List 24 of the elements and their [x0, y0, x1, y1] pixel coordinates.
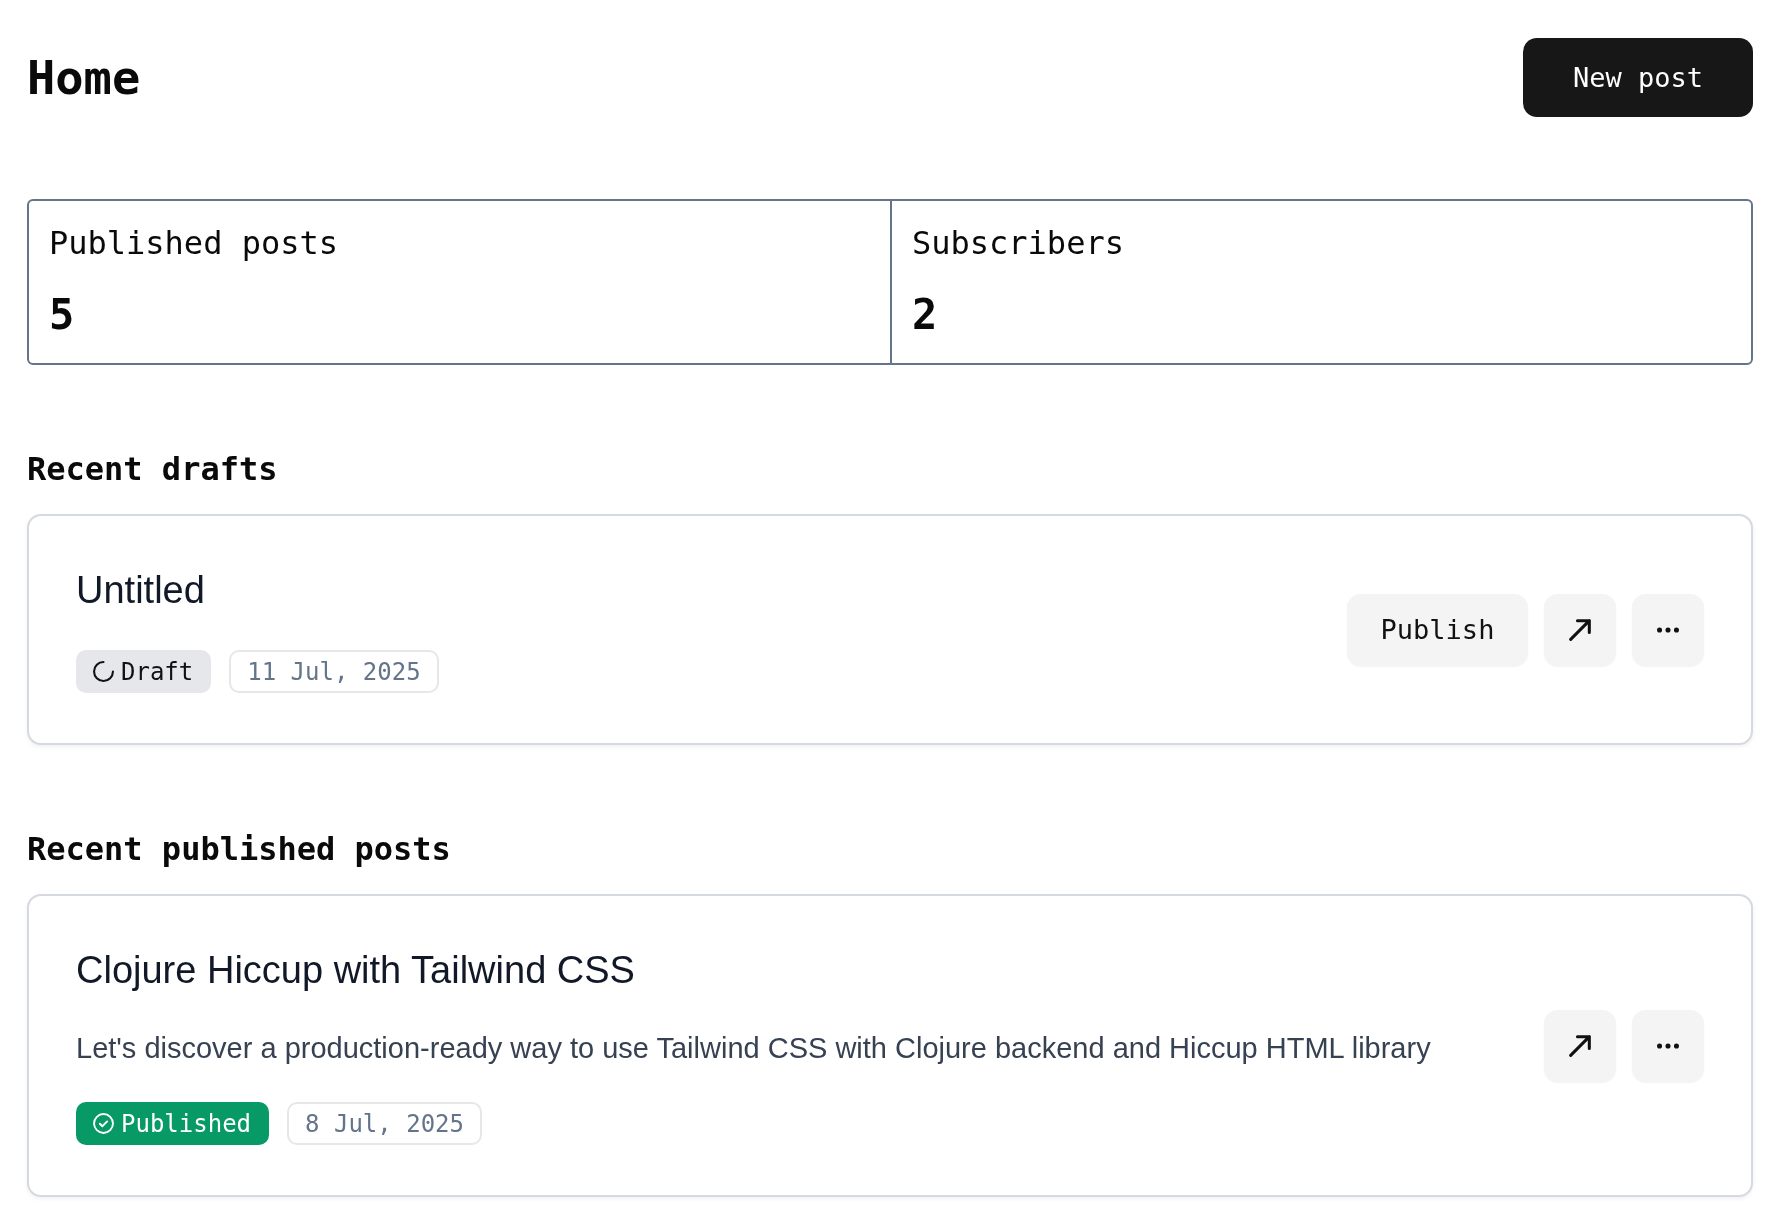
- stat-value: 5: [49, 293, 75, 337]
- date-badge: 11 Jul, 2025: [229, 650, 439, 693]
- more-icon: [1657, 626, 1679, 633]
- more-icon: [1657, 1042, 1679, 1049]
- section-heading: Recent published posts: [27, 829, 451, 869]
- arrow-up-right-icon: [1569, 618, 1591, 641]
- spinner-icon: [93, 661, 114, 682]
- publish-button[interactable]: Publish: [1347, 593, 1528, 666]
- page-title: Home: [27, 48, 141, 107]
- post-title[interactable]: Untitled: [76, 566, 205, 614]
- new-post-button[interactable]: New post: [1523, 38, 1753, 117]
- status-label: Published: [121, 1109, 252, 1138]
- arrow-button[interactable]: [1544, 593, 1616, 666]
- post-description: Let's discover a production-ready way to use Tailwind CSS with Clojure backend and Hiccup HTML library: [76, 1031, 1431, 1066]
- stat-value: 2: [912, 293, 938, 337]
- check-circle-icon: [93, 1113, 114, 1134]
- stat-label: Subscribers: [912, 223, 1124, 263]
- arrow-up-right-icon: [1569, 1034, 1591, 1057]
- status-label: Draft: [121, 657, 194, 686]
- section-heading: Recent drafts: [27, 449, 278, 489]
- post-title[interactable]: Clojure Hiccup with Tailwind CSS: [76, 946, 635, 994]
- date-badge: 8 Jul, 2025: [287, 1102, 482, 1145]
- stat-label: Published posts: [49, 223, 338, 263]
- arrow-button[interactable]: [1544, 1009, 1616, 1082]
